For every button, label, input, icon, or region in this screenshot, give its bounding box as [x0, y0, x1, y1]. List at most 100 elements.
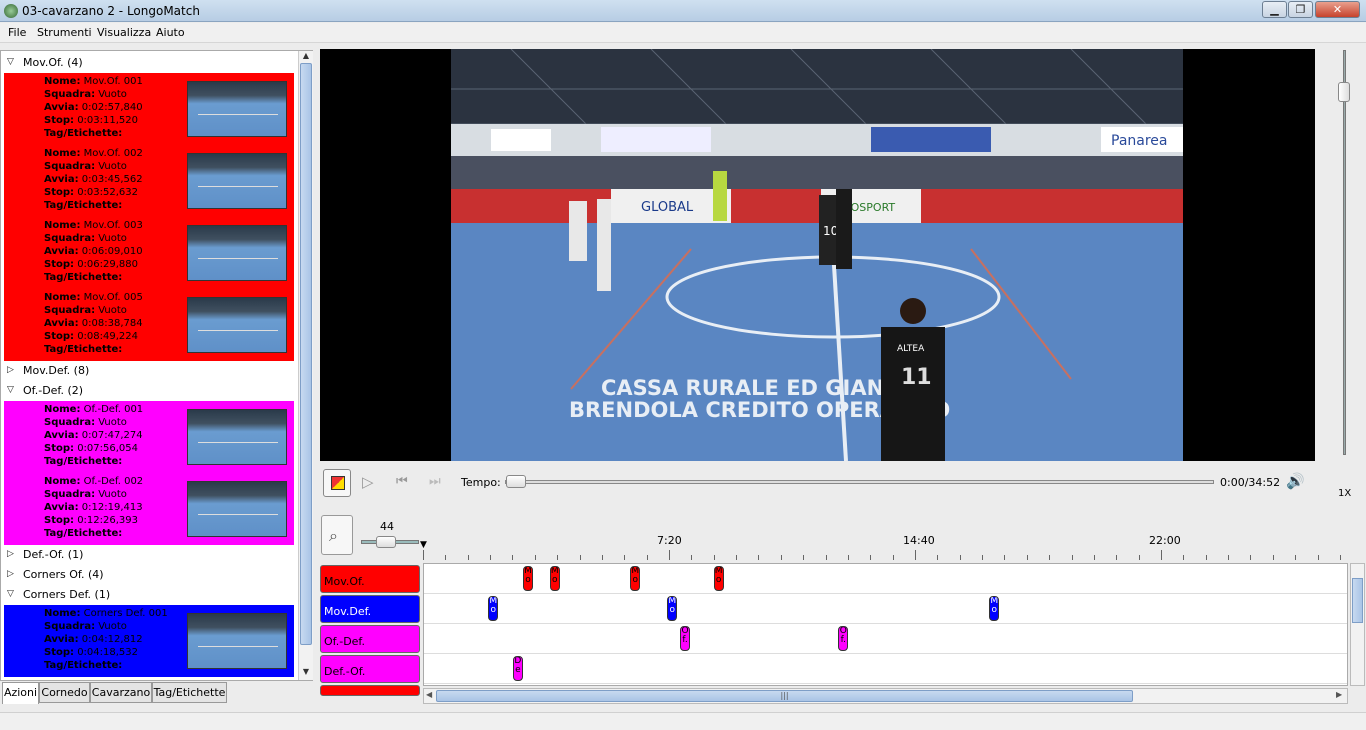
timeline-event[interactable]: M o — [630, 566, 641, 591]
tree-group[interactable]: ▷ Def.-Of. (1) — [1, 545, 297, 565]
expanded-arrow-icon[interactable]: ▽ — [7, 589, 14, 599]
timeline-area[interactable]: M oM oM oM oM oM oM oO f. O f. D e — [423, 563, 1348, 686]
plays-tree: ▽ Mov.Of. (4) Nome: Mov.Of. 001 Squadra: Vu… — [1, 51, 297, 680]
play-team: Squadra: Vuoto — [44, 88, 143, 101]
player-controls: ▷ ⏮ ⏭ Tempo: 0:00/34:52 🔊 — [320, 466, 1315, 500]
play-tags-label: Tag/Etichette: — [44, 272, 123, 283]
menu-strumenti[interactable]: Strumenti — [37, 26, 92, 39]
ruler-tick — [1205, 555, 1207, 560]
zoom-button[interactable]: ⌕ — [321, 515, 353, 555]
video-player[interactable]: Panarea GLOBAL EUROSPORT CASSA RURALE ED… — [320, 49, 1315, 461]
play-tags-label: Tag/Etichette: — [44, 456, 123, 467]
hscroll-left-icon[interactable]: ◀ — [426, 690, 432, 699]
play-item[interactable]: Nome: Mov.Of. 001 Squadra: Vuoto Avvia: 0:… — [4, 73, 294, 145]
play-thumbnail — [187, 153, 287, 209]
ruler-tick — [937, 555, 939, 560]
group-plays: Nome: Corners Def. 001 Squadra: Vuoto Avvi… — [4, 605, 294, 677]
menu-bar: File Strumenti Visualizza Aiuto — [0, 23, 1366, 43]
ruler-tick — [1049, 555, 1051, 560]
play-item[interactable]: Nome: Of.-Def. 002 Squadra: Vuoto Avvia: 0… — [4, 473, 294, 545]
category-button-partial[interactable] — [320, 685, 420, 696]
title-bar: 03-cavarzano 2 - LongoMatch ▁ ❐ ✕ — [0, 0, 1366, 22]
play-tags-label: Tag/Etichette: — [44, 660, 123, 671]
category-button[interactable]: Of.-Def. — [320, 625, 420, 653]
menu-aiuto[interactable]: Aiuto — [156, 26, 185, 39]
ruler-tick — [1093, 555, 1095, 560]
expanded-arrow-icon[interactable]: ▽ — [7, 385, 14, 395]
play-item[interactable]: Nome: Of.-Def. 001 Squadra: Vuoto Avvia: 0… — [4, 401, 294, 473]
tree-group[interactable]: ▽ Of.-Def. (2) — [1, 381, 297, 401]
ruler-tick — [1116, 555, 1118, 560]
play-stop-value: 0:04:18,532 — [74, 647, 139, 658]
zoom-slider-handle[interactable] — [376, 536, 396, 548]
tree-group[interactable]: ▽ Mov.Of. (4) — [1, 53, 297, 73]
next-icon[interactable]: ⏭ — [429, 474, 441, 489]
play-icon[interactable]: ▷ — [362, 473, 374, 491]
scrollbar-thumb[interactable] — [300, 63, 312, 645]
plays-scrollbar[interactable]: ▲ ▼ — [298, 51, 313, 680]
category-button[interactable]: Def.-Of. — [320, 655, 420, 683]
collapsed-arrow-icon[interactable]: ▷ — [7, 549, 14, 559]
expanded-arrow-icon[interactable]: ▽ — [7, 57, 14, 67]
hscroll-right-icon[interactable]: ▶ — [1336, 690, 1342, 699]
ruler-tick — [646, 555, 648, 560]
tree-group[interactable]: ▽ Corners Def. (1) — [1, 585, 297, 605]
category-button[interactable]: Mov.Of. — [320, 565, 420, 593]
maximize-button[interactable]: ❐ — [1288, 1, 1313, 18]
play-team-value: Vuoto — [95, 621, 127, 632]
category-button[interactable]: Mov.Def. — [320, 595, 420, 623]
playhead-marker[interactable]: ▼ — [420, 540, 427, 550]
timeline-event[interactable]: M o — [713, 566, 724, 591]
timeline-vscroll-thumb[interactable] — [1352, 578, 1363, 623]
play-name-label: Nome: — [44, 608, 81, 619]
tree-group[interactable]: ▷ Corners Of. (4) — [1, 565, 297, 585]
timeline-vscrollbar[interactable] — [1350, 563, 1365, 686]
tab-cornedo[interactable]: Cornedo — [39, 682, 90, 703]
minimize-button[interactable]: ▁ — [1262, 1, 1287, 18]
volume-icon[interactable]: 🔊 — [1286, 472, 1305, 490]
play-stop: Stop: 0:03:11,520 — [44, 114, 143, 127]
timeline-event[interactable]: D e — [512, 656, 523, 681]
play-name: Nome: Mov.Of. 005 — [44, 291, 143, 304]
play-item[interactable]: Nome: Mov.Of. 003 Squadra: Vuoto Avvia: 0:… — [4, 217, 294, 289]
hscroll-thumb[interactable]: ||| — [436, 690, 1133, 702]
play-item[interactable]: Nome: Corners Def. 001 Squadra: Vuoto Avvi… — [4, 605, 294, 677]
play-name: Nome: Corners Def. 001 — [44, 607, 168, 620]
timeline-ruler[interactable]: 7:20 14:40 22:00 ▼ — [420, 516, 1360, 560]
menu-file[interactable]: File — [8, 26, 26, 39]
close-button[interactable]: ✕ — [1315, 1, 1360, 18]
time-slider-handle[interactable] — [506, 475, 526, 488]
timeline-hscrollbar[interactable]: ◀ ||| ▶ — [423, 688, 1348, 704]
tab-azioni[interactable]: Azioni — [2, 682, 39, 704]
collapsed-arrow-icon[interactable]: ▷ — [7, 365, 14, 375]
play-stop-value: 0:08:49,224 — [74, 331, 139, 342]
timeline-event[interactable]: M o — [488, 596, 499, 621]
timeline-event[interactable]: M o — [522, 566, 533, 591]
menu-visualizza[interactable]: Visualizza — [97, 26, 151, 39]
draw-tool-button[interactable] — [323, 469, 351, 497]
sponsor-global: GLOBAL — [641, 200, 694, 215]
rate-handle[interactable] — [1338, 82, 1350, 102]
play-stop-label: Stop: — [44, 187, 75, 198]
timeline-event[interactable]: M o — [549, 566, 560, 591]
play-team: Squadra: Vuoto — [44, 160, 143, 173]
collapsed-arrow-icon[interactable]: ▷ — [7, 569, 14, 579]
play-item[interactable]: Nome: Mov.Of. 002 Squadra: Vuoto Avvia: 0:… — [4, 145, 294, 217]
play-name-label: Nome: — [44, 76, 81, 87]
timeline-event[interactable]: O f. — [680, 626, 691, 651]
time-slider[interactable] — [505, 480, 1214, 484]
timeline-event[interactable]: M o — [667, 596, 678, 621]
playback-rate-slider[interactable]: 1X — [1338, 50, 1352, 499]
timeline-event[interactable]: O f. — [838, 626, 849, 651]
scroll-up-icon[interactable]: ▲ — [299, 51, 313, 63]
scroll-down-icon[interactable]: ▼ — [299, 667, 313, 679]
tab-tag-etichette[interactable]: Tag/Etichette — [152, 682, 227, 703]
tree-group[interactable]: ▷ Mov.Def. (8) — [1, 361, 297, 381]
ruler-tick — [803, 555, 805, 560]
play-team-value: Vuoto — [95, 305, 127, 316]
tab-cavarzano[interactable]: Cavarzano — [90, 682, 152, 703]
play-team-value: Vuoto — [95, 233, 127, 244]
previous-icon[interactable]: ⏮ — [396, 474, 408, 489]
timeline-event[interactable]: M o — [989, 596, 1000, 621]
play-item[interactable]: Nome: Mov.Of. 005 Squadra: Vuoto Avvia: 0:… — [4, 289, 294, 361]
